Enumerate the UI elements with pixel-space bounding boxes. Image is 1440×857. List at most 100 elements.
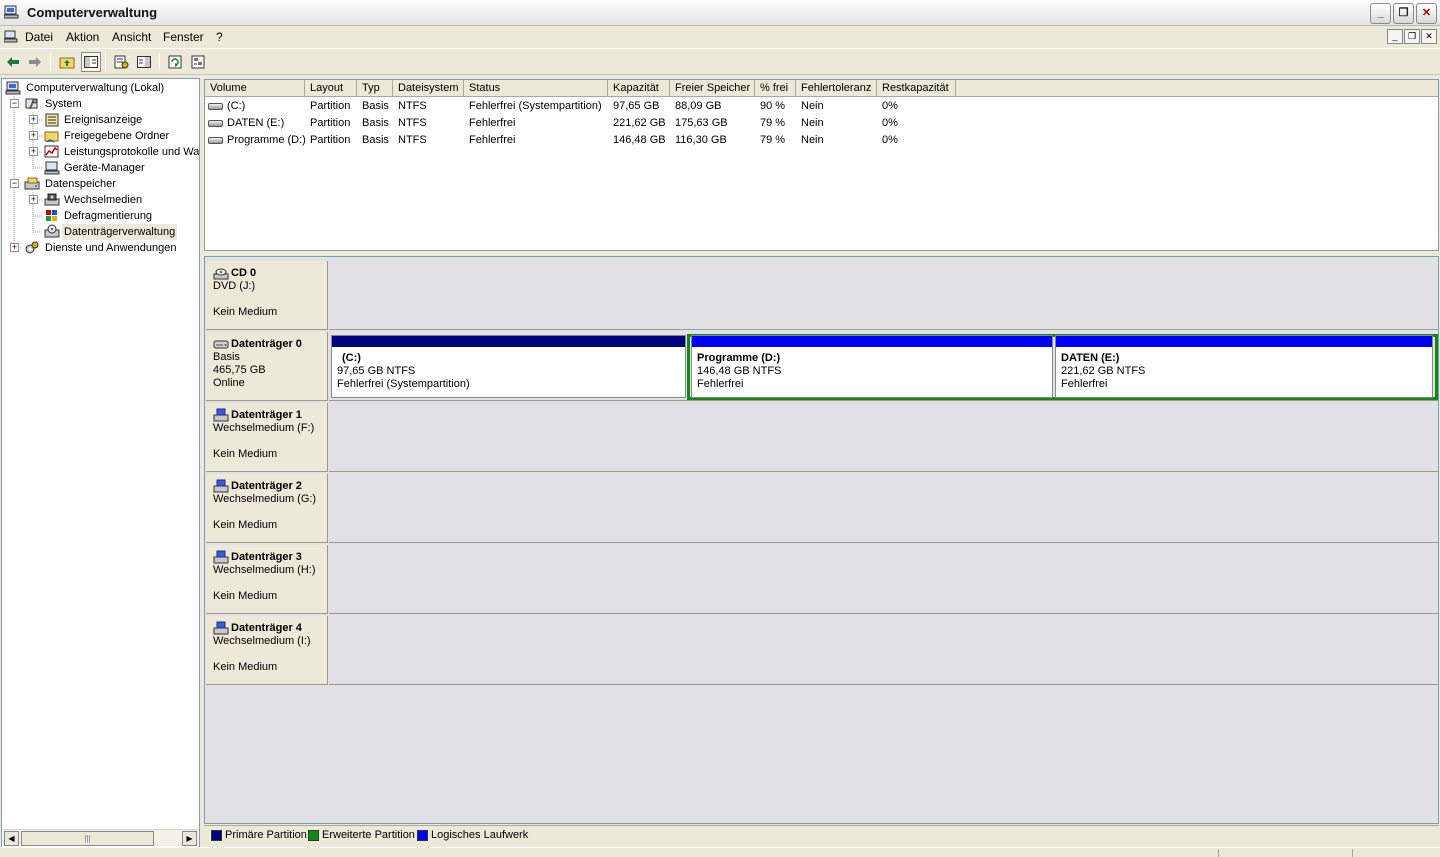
refresh-button[interactable] <box>165 52 185 72</box>
menu-fenster[interactable]: Fenster <box>163 30 204 44</box>
disk-label[interactable]: Datenträger 4 Wechselmedium (I:) Kein Me… <box>206 616 328 685</box>
partition-status: Fehlerfrei <box>697 378 744 390</box>
tree-horizontal-scrollbar[interactable]: ◀ ||| ▶ <box>3 829 199 846</box>
status-bar <box>0 847 1440 857</box>
mdi-minimize-button[interactable]: _ <box>1387 29 1403 44</box>
disk-row-datentraeger-1[interactable]: Datenträger 1 Wechselmedium (F:) Kein Me… <box>206 403 1438 472</box>
column-typ[interactable]: Typ <box>357 80 393 97</box>
tree-item-datentraegerverwaltung[interactable]: Datenträgerverwaltung <box>4 224 199 240</box>
removable-disk-icon <box>213 621 229 635</box>
column-kapazitaet[interactable]: Kapazität <box>608 80 670 97</box>
menu-bar: Datei Aktion Ansicht Fenster ? _ ❐ ✕ <box>0 27 1440 48</box>
mdi-restore-button[interactable]: ❐ <box>1404 29 1420 44</box>
menu-ansicht[interactable]: Ansicht <box>112 30 151 44</box>
tree-item-dienste-und-anwendungen[interactable]: + Dienste und Anwendungen <box>4 240 199 256</box>
column-layout[interactable]: Layout <box>305 80 357 97</box>
tree-label: Geräte-Manager <box>64 162 145 174</box>
legend-swatch <box>308 830 319 841</box>
expand-icon[interactable]: + <box>29 131 38 140</box>
disk-label[interactable]: CD 0 DVD (J:) Kein Medium <box>206 261 328 330</box>
volume-icon <box>208 120 223 127</box>
tree-label: Freigegebene Ordner <box>64 130 170 142</box>
disk-label[interactable]: Datenträger 3 Wechselmedium (H:) Kein Me… <box>206 545 328 614</box>
tree-label: Computerverwaltung (Lokal) <box>26 82 165 94</box>
disk-area-empty[interactable] <box>329 545 1438 614</box>
volume-row[interactable]: DATEN (E:) Partition Basis NTFS Fehlerfr… <box>205 115 1438 132</box>
tree-item-leistungsprotokolle[interactable]: + Leistungsprotokolle und War <box>4 144 199 160</box>
partition-e[interactable]: DATEN (E:) 221,62 GB NTFS Fehlerfrei <box>1055 335 1433 398</box>
logical-drive-bar <box>692 336 1052 347</box>
console-tree: Computerverwaltung (Lokal) − System + Er… <box>1 78 200 848</box>
tree-item-ereignisanzeige[interactable]: + Ereignisanzeige <box>4 112 199 128</box>
disk-area-empty[interactable] <box>329 616 1438 685</box>
arrow-left-icon <box>7 57 19 67</box>
expand-icon[interactable]: + <box>29 147 38 156</box>
hard-disk-icon <box>213 340 229 349</box>
tree-item-computerverwaltung[interactable]: Computerverwaltung (Lokal) <box>4 80 199 96</box>
export-list-button[interactable] <box>188 52 208 72</box>
properties-icon <box>114 55 129 69</box>
minimize-button[interactable]: _ <box>1370 3 1391 24</box>
disk-row-datentraeger-3[interactable]: Datenträger 3 Wechselmedium (H:) Kein Me… <box>206 545 1438 614</box>
scroll-right-button[interactable]: ▶ <box>182 831 197 846</box>
collapse-icon[interactable]: − <box>10 99 19 108</box>
tree-item-defragmentierung[interactable]: Defragmentierung <box>4 208 199 224</box>
console-tree-icon <box>84 56 98 68</box>
scroll-left-button[interactable]: ◀ <box>4 831 19 846</box>
column-dateisystem[interactable]: Dateisystem <box>393 80 464 97</box>
disk-row-cd0[interactable]: CD 0 DVD (J:) Kein Medium <box>206 261 1438 330</box>
volume-list: Volume Layout Typ Dateisystem Status Kap… <box>204 79 1439 251</box>
volume-icon <box>208 137 223 144</box>
document-icon[interactable] <box>4 30 19 44</box>
expand-icon[interactable]: + <box>10 243 19 252</box>
refresh-icon <box>168 55 182 69</box>
volume-row[interactable]: Programme (D:) Partition Basis NTFS Fehl… <box>205 132 1438 149</box>
expand-icon[interactable]: + <box>29 115 38 124</box>
menu-datei[interactable]: Datei <box>25 30 53 44</box>
expand-icon[interactable]: + <box>29 195 38 204</box>
volume-row[interactable]: (C:) Partition Basis NTFS Fehlerfrei (Sy… <box>205 98 1438 115</box>
disk-label[interactable]: Datenträger 1 Wechselmedium (F:) Kein Me… <box>206 403 328 472</box>
tree-item-wechselmedien[interactable]: + Wechselmedien <box>4 192 199 208</box>
forward-button[interactable] <box>25 52 45 72</box>
primary-partition-bar <box>332 336 685 347</box>
tree-item-geraete-manager[interactable]: Geräte-Manager <box>4 160 199 176</box>
disk-label[interactable]: Datenträger 0 Basis 465,75 GB Online <box>206 332 328 401</box>
computer-icon <box>5 81 21 95</box>
column-freier-speicher[interactable]: Freier Speicher <box>670 80 755 97</box>
disk-area-empty[interactable] <box>329 261 1438 330</box>
close-button[interactable]: ✕ <box>1416 3 1437 24</box>
legend-primary-partition: Primäre Partition <box>211 829 307 842</box>
partition-d[interactable]: Programme (D:) 146,48 GB NTFS Fehlerfrei <box>691 335 1053 398</box>
partition-size: 146,48 GB NTFS <box>697 365 782 377</box>
column-restkapazitaet[interactable]: Restkapazität <box>877 80 956 97</box>
back-button[interactable] <box>3 52 23 72</box>
disk-row-datentraeger-2[interactable]: Datenträger 2 Wechselmedium (G:) Kein Me… <box>206 474 1438 543</box>
partition-c[interactable]: (C:) 97,65 GB NTFS Fehlerfrei (Systempar… <box>331 335 686 398</box>
column-volume[interactable]: Volume <box>205 80 305 97</box>
column-prozent-frei[interactable]: % frei <box>755 80 796 97</box>
up-level-button[interactable] <box>57 52 77 72</box>
tree-item-freigegebene-ordner[interactable]: + Freigegebene Ordner <box>4 128 199 144</box>
disk-label[interactable]: Datenträger 2 Wechselmedium (G:) Kein Me… <box>206 474 328 543</box>
partition-status: Fehlerfrei (Systempartition) <box>337 378 470 390</box>
scroll-thumb[interactable]: ||| <box>21 831 154 846</box>
properties-button[interactable] <box>111 52 131 72</box>
disk-area-empty[interactable] <box>329 403 1438 472</box>
maximize-button[interactable]: ❐ <box>1393 3 1414 24</box>
disk-area-empty[interactable] <box>329 474 1438 543</box>
menu-aktion[interactable]: Aktion <box>66 30 99 44</box>
tree-item-datenspeicher[interactable]: − Datenspeicher <box>4 176 199 192</box>
help-button[interactable] <box>134 52 154 72</box>
collapse-icon[interactable]: − <box>10 179 19 188</box>
column-fehlertoleranz[interactable]: Fehlertoleranz <box>796 80 877 97</box>
show-hide-tree-button[interactable] <box>81 52 101 72</box>
column-status[interactable]: Status <box>464 80 608 97</box>
partition-size: 221,62 GB NTFS <box>1061 365 1146 377</box>
tree-item-system[interactable]: − System <box>4 96 199 112</box>
mdi-close-button[interactable]: ✕ <box>1421 29 1437 44</box>
disk-row-datentraeger-4[interactable]: Datenträger 4 Wechselmedium (I:) Kein Me… <box>206 616 1438 685</box>
toolbar <box>0 48 1440 75</box>
menu-help[interactable]: ? <box>216 30 223 44</box>
disk-row-datentraeger-0[interactable]: Datenträger 0 Basis 465,75 GB Online (C:… <box>206 332 1438 401</box>
